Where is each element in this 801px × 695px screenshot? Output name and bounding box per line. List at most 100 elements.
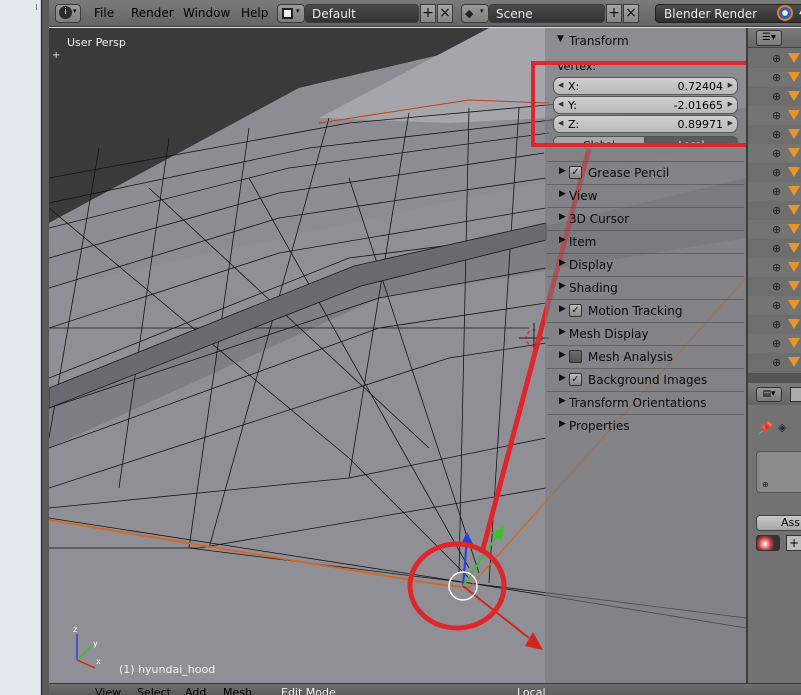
mesh-object-icon	[788, 224, 800, 234]
layout-field[interactable]: Default	[305, 4, 419, 23]
outliner-row[interactable]: ⊕	[748, 277, 801, 296]
menu-select[interactable]: Select	[137, 686, 171, 695]
panel-grease-pencil[interactable]: ▶ ✓ Grease Pencil	[547, 161, 744, 183]
mesh-object-icon	[788, 148, 800, 158]
info-icon: i	[59, 6, 72, 19]
panel-mesh-analysis[interactable]: ▶ Mesh Analysis	[547, 345, 744, 367]
triangle-right-icon: ▶	[559, 327, 566, 337]
properties-editor-icon[interactable]: ▤▾	[756, 387, 782, 402]
panel-label: Mesh Display	[569, 327, 649, 341]
panel-label: Mesh Analysis	[588, 350, 673, 364]
panel-background-images[interactable]: ▶ ✓ Background Images	[547, 368, 744, 390]
scene-field[interactable]: Scene	[489, 4, 605, 23]
vertex-group-list[interactable]: ⊕	[756, 451, 801, 493]
triangle-right-icon: ▶	[559, 281, 566, 291]
expand-icon: ⊕	[772, 299, 782, 312]
svg-text:x: x	[96, 657, 101, 666]
panel-item[interactable]: ▶ Item	[547, 230, 744, 252]
expand-icon: ⊕	[772, 261, 782, 274]
menu-mesh[interactable]: Mesh	[223, 686, 252, 695]
menu-view[interactable]: View	[95, 686, 121, 695]
editor-type-button[interactable]: i ▾	[55, 4, 81, 23]
outliner-row[interactable]: ⊕	[748, 68, 801, 87]
panel-motion-tracking[interactable]: ▶ ✓ Motion Tracking	[547, 299, 744, 321]
panel-transform-header[interactable]: ▼ Transform	[547, 30, 744, 52]
outliner-row[interactable]: ⊕	[748, 201, 801, 220]
add-layout-button[interactable]: +	[420, 4, 436, 23]
outliner-row[interactable]: ⊕	[748, 315, 801, 334]
outliner-row[interactable]: ⊕	[748, 239, 801, 258]
scrollbar[interactable]	[748, 373, 801, 383]
host-window-strip	[0, 0, 41, 695]
outliner-row[interactable]: ⊕	[748, 220, 801, 239]
panel-label: Item	[569, 235, 597, 249]
assign-button[interactable]: Assi	[756, 515, 801, 531]
expand-icon: ⊕	[772, 147, 782, 160]
orientation-select[interactable]: Local	[517, 686, 546, 695]
outliner-icon[interactable]: ☰▾	[756, 30, 782, 46]
panel-view[interactable]: ▶ View	[547, 184, 744, 206]
material-icon[interactable]	[756, 535, 780, 551]
panel-transform-orientations[interactable]: ▶ Transform Orientations	[547, 391, 744, 413]
render-engine-label: Blender Render	[664, 7, 758, 21]
plus-icon[interactable]: ⊕	[762, 480, 769, 489]
pin-icon[interactable]: 📌	[758, 421, 773, 435]
panel-shading[interactable]: ▶ Shading	[547, 276, 744, 298]
outliner-row[interactable]: ⊕	[748, 144, 801, 163]
menu-add[interactable]: Add	[185, 686, 206, 695]
view-label: User Persp	[67, 36, 126, 49]
svg-text:z: z	[73, 625, 77, 634]
mesh-object-icon	[788, 319, 800, 329]
expand-icon: ⊕	[772, 223, 782, 236]
toolshelf-toggle[interactable]: +	[52, 50, 60, 61]
plus-icon: +	[422, 5, 434, 21]
menu-file[interactable]: File	[94, 6, 114, 20]
outliner-row[interactable]: ⊕	[748, 87, 801, 106]
add-material-button[interactable]: +	[786, 535, 801, 551]
outliner-row[interactable]: ⊕	[748, 258, 801, 277]
checkbox-icon[interactable]	[569, 350, 582, 363]
checkbox-icon[interactable]: ✓	[569, 304, 582, 317]
screen-layout-button[interactable]: ▾	[277, 4, 305, 23]
mesh-data-icon: ◈	[778, 421, 787, 434]
mesh-object-icon	[788, 262, 800, 272]
blender-logo-icon	[777, 5, 793, 21]
outliner-row[interactable]: ⊕	[748, 334, 801, 353]
delete-scene-button[interactable]: ×	[623, 4, 639, 23]
outliner-row[interactable]: ⊕	[748, 49, 801, 68]
panel-3d-cursor[interactable]: ▶ 3D Cursor	[547, 207, 744, 229]
panel-properties[interactable]: ▶ Properties	[547, 414, 744, 436]
add-scene-button[interactable]: +	[606, 4, 622, 23]
panel-label: Display	[569, 258, 614, 272]
expand-icon: ⊕	[772, 52, 782, 65]
outliner-row[interactable]: ⊕	[748, 163, 801, 182]
expand-icon: ⊕	[772, 337, 782, 350]
triangle-right-icon: ▶	[559, 419, 566, 429]
mesh-object-icon	[788, 357, 800, 367]
menu-help[interactable]: Help	[241, 6, 268, 20]
panel-label: 3D Cursor	[569, 212, 630, 226]
outliner[interactable]: ☰▾ ⊕ ⊕ ⊕ ⊕ ⊕ ⊕ ⊕ ⊕ ⊕ ⊕ ⊕ ⊕ ⊕ ⊕ ⊕ ⊕ ⊕	[748, 28, 801, 373]
info-header: i ▾ File Render Window Help ▾ Default + …	[49, 0, 801, 27]
triangle-right-icon: ▶	[559, 212, 566, 222]
outliner-row[interactable]: ⊕	[748, 182, 801, 201]
outliner-row[interactable]: ⊕	[748, 106, 801, 125]
chevron-down-icon: ▾	[73, 7, 77, 15]
mode-select[interactable]: Edit Mode	[281, 686, 336, 695]
outliner-row[interactable]: ⊕	[748, 125, 801, 144]
panel-label: View	[569, 189, 598, 203]
panel-mesh-display[interactable]: ▶ Mesh Display	[547, 322, 744, 344]
delete-layout-button[interactable]: ×	[437, 4, 453, 23]
properties-editor[interactable]: ▤▾ 📌 ◈ ⊕ Assi +	[748, 383, 801, 683]
scene-selector-button[interactable]: ◆ ▾	[461, 4, 489, 23]
annotation-highlight-box	[531, 61, 755, 147]
right-editors: ☰▾ ⊕ ⊕ ⊕ ⊕ ⊕ ⊕ ⊕ ⊕ ⊕ ⊕ ⊕ ⊕ ⊕ ⊕ ⊕ ⊕ ⊕ ▤▾ …	[746, 28, 801, 683]
outliner-row[interactable]: ⊕	[748, 296, 801, 315]
tab-icon[interactable]	[790, 387, 801, 402]
checkbox-icon[interactable]: ✓	[569, 373, 582, 386]
menu-window[interactable]: Window	[183, 6, 230, 20]
checkbox-icon[interactable]: ✓	[569, 166, 582, 179]
outliner-row[interactable]: ⊕	[748, 353, 801, 372]
panel-display[interactable]: ▶ Display	[547, 253, 744, 275]
menu-render[interactable]: Render	[131, 6, 174, 20]
